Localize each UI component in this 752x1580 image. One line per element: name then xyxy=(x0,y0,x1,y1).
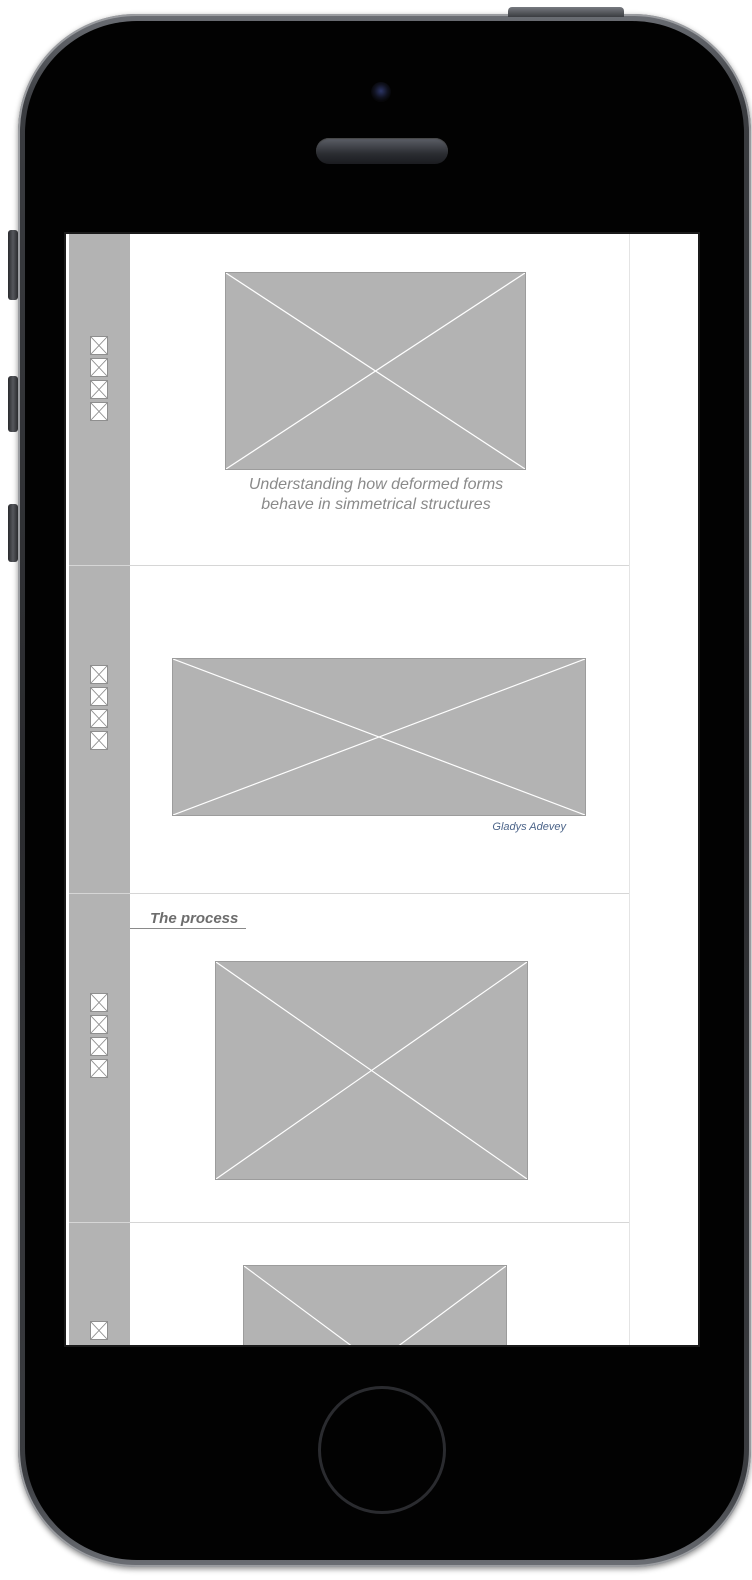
volume-up-button xyxy=(8,376,18,432)
mute-switch xyxy=(8,230,18,300)
power-button xyxy=(508,7,624,17)
image-caption: Understanding how deformed forms behave … xyxy=(248,476,504,513)
thumbnail-strip xyxy=(90,336,110,424)
right-border-line xyxy=(629,234,630,1345)
image-placeholder-icon xyxy=(215,961,528,1180)
section-divider xyxy=(69,1222,629,1223)
volume-down-button xyxy=(8,504,18,562)
section-divider xyxy=(69,893,629,894)
thumbnail-placeholder-icon[interactable] xyxy=(90,336,108,355)
image-placeholder-icon xyxy=(243,1265,507,1345)
thumbnail-strip xyxy=(90,1321,110,1343)
thumbnail-placeholder-icon[interactable] xyxy=(90,1037,108,1056)
thumbnail-placeholder-icon[interactable] xyxy=(90,993,108,1012)
thumbnail-placeholder-icon[interactable] xyxy=(90,380,108,399)
thumbnail-placeholder-icon[interactable] xyxy=(90,1321,108,1340)
thumbnail-strip xyxy=(90,993,110,1081)
earpiece-speaker xyxy=(316,138,448,164)
screen: Understanding how deformed forms behave … xyxy=(66,234,698,1345)
section-title: The process xyxy=(150,910,239,927)
thumbnail-placeholder-icon[interactable] xyxy=(90,731,108,750)
thumbnail-placeholder-icon[interactable] xyxy=(90,1059,108,1078)
thumbnail-placeholder-icon[interactable] xyxy=(90,665,108,684)
front-camera-icon xyxy=(371,82,391,102)
image-credit: Gladys Adevey xyxy=(492,821,566,833)
thumbnail-placeholder-icon[interactable] xyxy=(90,709,108,728)
home-button[interactable] xyxy=(318,1386,446,1514)
thumbnail-placeholder-icon[interactable] xyxy=(90,402,108,421)
image-placeholder-icon xyxy=(172,658,586,816)
section-title-underline xyxy=(130,928,246,929)
thumbnail-placeholder-icon[interactable] xyxy=(90,1015,108,1034)
image-placeholder-icon xyxy=(225,272,526,470)
thumbnail-placeholder-icon[interactable] xyxy=(90,687,108,706)
section-divider xyxy=(69,565,629,566)
thumbnail-strip xyxy=(90,665,110,753)
thumbnail-placeholder-icon[interactable] xyxy=(90,358,108,377)
